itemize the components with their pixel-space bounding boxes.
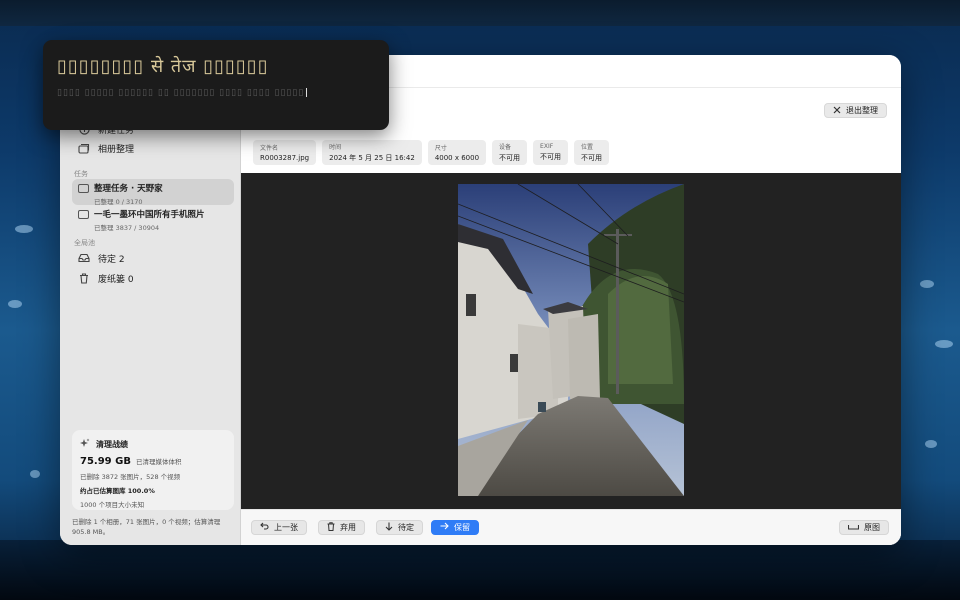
task-item[interactable]: 一毛一墨环中国所有手机照片 已整理 3837 / 30904	[72, 205, 234, 232]
meta-value: R0003287.jpg	[260, 154, 310, 162]
meta-time: 时间 2024 年 5 月 25 日 16:42	[322, 140, 422, 165]
keep-label: 保留	[454, 523, 470, 532]
meta-key: 位置	[581, 144, 594, 151]
overlay-subtitle: ▯▯▯▯ ▯▯▯▯▯ ▯▯▯▯▯▯ ▯▯ ▯▯▯▯▯▯▯ ▯▯▯▯ ▯▯▯▯ ▯…	[57, 86, 375, 100]
albums-icon	[78, 142, 90, 154]
sparkles-icon	[80, 438, 90, 450]
pending-button[interactable]: 待定	[376, 520, 423, 535]
photo-viewer	[241, 173, 901, 509]
task-progress: 已整理 3837 / 30904	[94, 224, 160, 232]
sidebar-footer-status: 已删除 1 个相册，71 张图片，0 个视频；估算清理 905.8 MB。	[72, 518, 221, 536]
deleted-count: 已删除 3872 张图片，528 个视频	[80, 473, 181, 481]
task-title: 一毛一墨环中国所有手机照片	[94, 210, 205, 220]
overlay-subtitle-text: ▯▯▯▯ ▯▯▯▯▯ ▯▯▯▯▯▯ ▯▯ ▯▯▯▯▯▯▯ ▯▯▯▯ ▯▯▯▯ ▯…	[57, 88, 305, 98]
sidebar-item-label: 待定 2	[98, 254, 125, 265]
cleaned-size-label: 已清理媒体体积	[135, 458, 182, 466]
meta-value: 不可用	[581, 154, 603, 162]
action-bar: 上一张 弃用 待定 保留 原图	[241, 509, 901, 545]
wallpaper-fish	[30, 470, 40, 478]
meta-value: 2024 年 5 月 25 日 16:42	[329, 154, 415, 162]
meta-value: 4000 x 6000	[434, 154, 480, 162]
meta-value: 不可用	[499, 154, 521, 162]
meta-device: 设备 不可用	[492, 140, 528, 165]
meta-key: EXIF	[540, 143, 554, 150]
wallpaper-fish	[15, 225, 33, 233]
tasks-section-header: 任务	[74, 170, 88, 178]
discard-label: 弃用	[340, 523, 356, 532]
meta-filename: 文件名 R0003287.jpg	[253, 140, 317, 165]
sidebar-item-albums[interactable]: 相册整理	[72, 136, 234, 160]
close-icon	[833, 106, 841, 116]
meta-key: 时间	[329, 144, 342, 151]
meta-dimensions: 尺寸 4000 x 6000	[427, 140, 487, 165]
meta-exif: EXIF 不可用	[533, 140, 569, 165]
meta-location: 位置 不可用	[574, 140, 610, 165]
overlay-title: ▯▯▯▯▯▯▯▯ से तेज ▯▯▯▯▯▯	[57, 56, 269, 77]
unknown-size-count: 1000 个项目大小未知	[80, 501, 145, 509]
sidebar-item-trash[interactable]: 废纸篓 0	[72, 266, 234, 290]
meta-key: 尺寸	[434, 145, 447, 152]
stats-title: 清理战绩	[96, 439, 128, 449]
previous-label: 上一张	[274, 523, 298, 532]
translation-overlay: ▯▯▯▯▯▯▯▯ से तेज ▯▯▯▯▯▯ ▯▯▯▯ ▯▯▯▯▯ ▯▯▯▯▯▯…	[43, 40, 389, 130]
undo-arrow-icon	[260, 522, 269, 533]
sidebar-item-label: 相册整理	[98, 144, 135, 155]
wallpaper-fish	[935, 340, 953, 348]
wallpaper-fish	[8, 300, 22, 308]
cleanup-stats-card: 清理战绩 75.99 GB 已清理媒体体积 已删除 3872 张图片，528 个…	[72, 430, 234, 510]
arrow-down-icon	[385, 522, 393, 534]
trash-icon	[327, 521, 335, 534]
previous-button[interactable]: 上一张	[251, 520, 307, 535]
original-image-label: 原图	[864, 523, 880, 532]
photo-metadata-row: 文件名 R0003287.jpg 时间 2024 年 5 月 25 日 16:4…	[253, 140, 610, 165]
meta-key: 设备	[499, 144, 512, 151]
original-image-button[interactable]: 原图	[839, 520, 889, 535]
keep-button[interactable]: 保留	[431, 520, 479, 535]
folder-icon	[78, 210, 89, 219]
pending-label: 待定	[398, 523, 414, 532]
text-cursor	[306, 88, 308, 97]
desktop-floor	[0, 540, 960, 600]
photo-preview[interactable]	[457, 183, 685, 496]
task-title: 整理任务 · 天野家	[94, 184, 163, 194]
tray-icon	[78, 252, 90, 264]
discard-button[interactable]: 弃用	[318, 520, 365, 535]
meta-value: 不可用	[540, 153, 562, 161]
trash-icon	[78, 272, 90, 284]
arrow-right-icon	[440, 522, 449, 533]
exit-organize-label: 退出整理	[846, 106, 878, 115]
wallpaper-fish	[920, 280, 934, 288]
folder-icon	[78, 184, 89, 193]
library-share: 约占已估算图库 100.0%	[80, 487, 155, 495]
meta-key: 文件名	[260, 145, 279, 152]
desktop-top-band	[0, 0, 960, 26]
cleaned-size: 75.99 GB	[80, 456, 131, 467]
spacebar-icon	[847, 523, 860, 533]
exit-organize-button[interactable]: 退出整理	[824, 103, 887, 118]
sidebar-item-label: 废纸篓 0	[98, 274, 134, 285]
task-item[interactable]: 整理任务 · 天野家 已整理 0 / 3170	[72, 179, 234, 206]
wallpaper-fish	[925, 440, 937, 448]
